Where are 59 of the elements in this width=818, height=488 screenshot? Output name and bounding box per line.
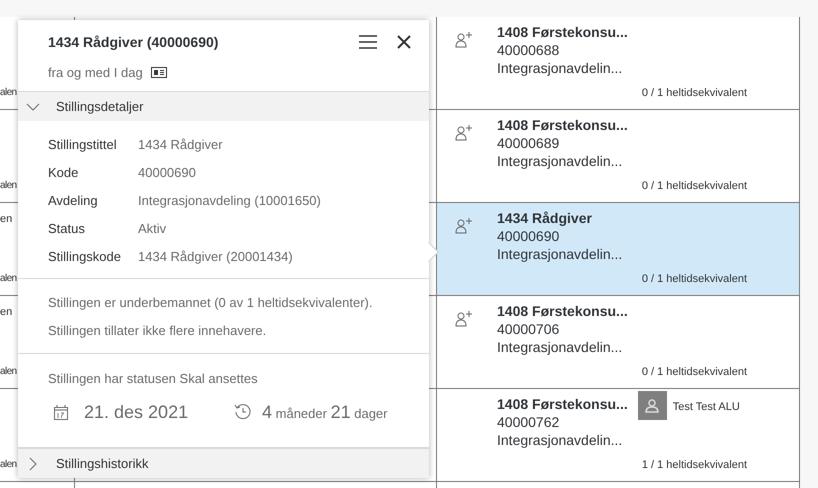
history-icon: [234, 403, 252, 421]
message-text: Stillingen tillater ikke flere innehavere.: [48, 322, 268, 340]
cell-text-fragment: alen: [0, 179, 17, 193]
fte-text: 0 / 1 heltidsekvivalent: [642, 272, 747, 286]
fte-text: 0 / 1 heltidsekvivalent: [642, 364, 747, 380]
position-title: 1408 Førstekonsu...: [497, 23, 628, 41]
field-value: 40000690: [138, 164, 196, 182]
person-plus-icon[interactable]: [455, 310, 473, 328]
position-code: 40000706: [497, 320, 560, 338]
cell-text-fragment: alen: [0, 272, 17, 286]
person-plus-icon[interactable]: [455, 31, 473, 49]
position-code: 40000762: [497, 413, 560, 431]
position-card[interactable]: 1434 Rådgiver 40000690 Integrasjonavdelin... 0 / 1 heltidsekvivalent: [437, 203, 799, 296]
person-plus-icon[interactable]: [455, 217, 473, 235]
position-title: 1408 Førstekonsu...: [497, 395, 628, 413]
field-label: Stillingskode: [48, 248, 122, 266]
position-title: 1408 Førstekonsu...: [497, 116, 628, 134]
fte-text: 1 / 1 heltidsekvivalent: [642, 458, 747, 472]
department-text: Integrasjonavdelin...: [497, 59, 624, 77]
id-card-icon[interactable]: [150, 67, 167, 78]
position-title: 1434 Rådgiver: [497, 209, 593, 227]
person-icon: [645, 398, 660, 412]
person-plus-icon[interactable]: [455, 124, 473, 142]
cell-text-fragment: alen: [0, 86, 17, 100]
section-header[interactable]: Stillingsdetaljer: [18, 91, 429, 121]
cell-text-fragment: alen: [0, 365, 17, 379]
position-code: 40000689: [497, 134, 560, 152]
cell-text-fragment: en: [0, 212, 12, 227]
duration-text: 4 måneder 21 dager: [262, 400, 388, 424]
holder-name: Test Test ALU: [672, 400, 740, 415]
popover-title: 1434 Rådgiver (40000690): [48, 33, 220, 52]
status-text: Stillingen har statusen Skal ansettes: [48, 370, 259, 388]
calendar-icon: [54, 404, 68, 420]
field-label: Stillingstittel: [48, 136, 118, 154]
cell-text-fragment: en: [0, 305, 12, 320]
field-value: Integrasjonavdeling (10001650): [138, 192, 321, 210]
menu-button[interactable]: [359, 34, 379, 50]
message-text: Stillingen er underbemannet (0 av 1 heltidsekvivalenter).: [48, 294, 374, 312]
position-card[interactable]: 1408 Førstekonsu... 40000762 Integrasjonavdelin... Test Test ALU 1 / 1 heltidsekvivalent: [437, 389, 799, 482]
field-value: 1434 Rådgiver: [138, 136, 223, 154]
cell-text-fragment: alen: [0, 458, 17, 472]
department-text: Integrasjonavdelin...: [497, 338, 624, 356]
field-value: Aktiv: [138, 220, 166, 238]
department-text: Integrasjonavdelin...: [497, 245, 622, 263]
fte-text: 0 / 1 heltidsekvivalent: [642, 86, 747, 100]
field-label: Kode: [48, 164, 80, 182]
department-text: Integrasjonavdelin...: [497, 431, 624, 449]
position-code: 40000690: [497, 227, 560, 245]
close-button[interactable]: [397, 34, 413, 50]
section-header[interactable]: Stillingshistorikk: [18, 447, 429, 478]
field-label: Avdeling: [48, 192, 99, 210]
department-text: Integrasjonavdelin...: [497, 152, 624, 170]
position-code: 40000688: [497, 41, 560, 59]
popover-subtitle: fra og med I dag: [48, 64, 143, 82]
field-value: 1434 Rådgiver (20001434): [138, 248, 293, 266]
position-title: 1408 Førstekonsu...: [497, 302, 628, 320]
field-label: Status: [48, 220, 86, 238]
date-text: 21. des 2021: [84, 400, 190, 424]
fte-text: 0 / 1 heltidsekvivalent: [642, 178, 747, 194]
